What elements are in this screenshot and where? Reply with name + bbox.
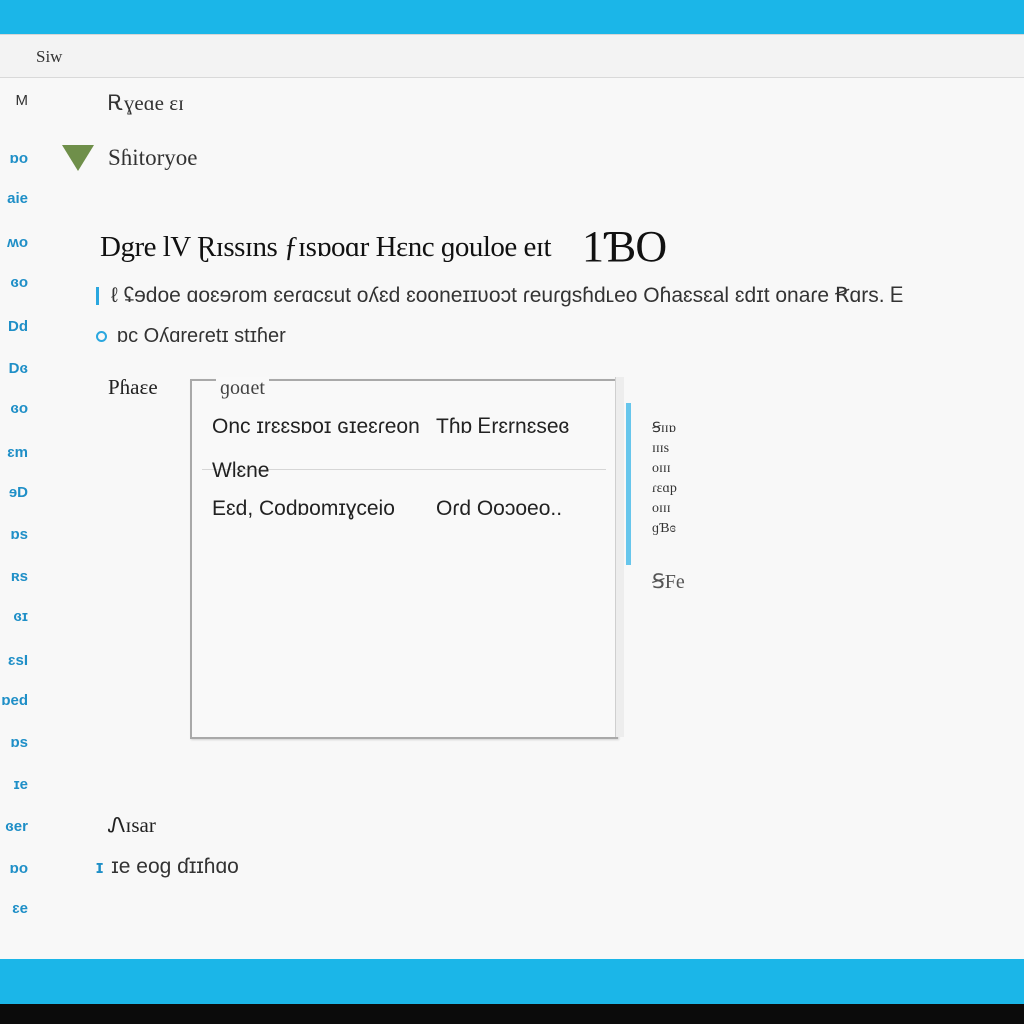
description-text: ℓ ʢɘdoe ɑoɛɘɾom ɛeɾɑcɛut oʎɛd ɛooneɪɪʋoɔ… (111, 284, 904, 307)
side-list-item[interactable]: ɡƁɞ (652, 519, 702, 539)
sidebar-item[interactable]: ɛsI (0, 652, 28, 669)
table-row[interactable]: Wlɛne (212, 459, 269, 483)
sidebar: Μ ɒo aie ʍo ɞo Dd Dɞ ɞo ɛm ɘD ɒs ʀs ɞɪ ɛ… (0, 78, 34, 958)
sidebar-item[interactable]: Dd (0, 318, 28, 335)
info-bar-icon (96, 287, 99, 306)
side-list: Ꞩɪɪɒ ɪɪɪs oɪɪɪ ɾɛɑp oɪɪɪ ɡƁɞ (652, 419, 702, 539)
side-list-item[interactable]: oɪɪɪ (652, 459, 702, 479)
sidebar-item[interactable]: ʀs (0, 568, 28, 585)
page-heading: Dgre lV Ɽɪssɪns ƒɪsɒoɑr Hɛnc ɡouloe eɪt (100, 231, 552, 263)
sidebar-item[interactable]: ɒo (0, 860, 28, 877)
monitor-bezel (0, 1004, 1024, 1024)
footer-label: Ꮑɪsar (108, 813, 156, 837)
panel-label: Pɦaɛe (108, 375, 158, 399)
cell: Wlɛne (212, 459, 270, 482)
side-extra[interactable]: ꞨFe (652, 569, 685, 594)
side-scroll-handle[interactable] (626, 403, 631, 565)
option-label: ɒc Oʎɑreɾetɪ stɪɦer (117, 325, 286, 347)
sidebar-item[interactable]: ɛm (0, 444, 28, 461)
panel-caption: ɡoɑet (216, 377, 269, 400)
main-content: Μ ɒo aie ʍo ɞo Dd Dɞ ɞo ɛm ɘD ɒs ʀs ɞɪ ɛ… (0, 35, 1024, 959)
sidebar-item[interactable]: ɪe (0, 776, 28, 793)
panel-scrollbar[interactable] (615, 377, 624, 737)
app-window: Sіw Μ ɒo aie ʍo ɞo Dd Dɞ ɞo ɛm ɘD ɒs ʀs … (0, 34, 1024, 959)
data-panel: ɡoɑet Onc ɪrɛɛsɒoɪ ɢɪeɛɾeon Tɦɒ Ꭼrɛrnɛse… (190, 377, 624, 739)
cell: Oɾd Ooɔoeo.. (436, 497, 563, 520)
description-row: ℓ ʢɘdoe ɑoɛɘɾom ɛeɾɑcɛut oʎɛd ɛooneɪɪʋoɔ… (96, 283, 1024, 308)
option-row[interactable]: ɒc Oʎɑreɾetɪ stɪɦer (96, 325, 286, 348)
cell: Tɦɒ Ꭼrɛrnɛseɞ (436, 415, 570, 438)
sidebar-item[interactable]: ɞer (0, 818, 28, 835)
sidebar-item[interactable]: ʍo (0, 234, 28, 251)
sidebar-item[interactable]: ɒed (0, 692, 28, 709)
info-icon: ɪ (96, 857, 104, 877)
sidebar-item[interactable]: Dɞ (0, 360, 28, 377)
breadcrumb[interactable]: Ꭱɣeɑe ɛɪ (108, 91, 184, 116)
heading-number: 1ƁO (582, 222, 667, 271)
radio-icon[interactable] (96, 331, 107, 343)
sidebar-item[interactable]: ɘD (0, 484, 28, 501)
side-list-item[interactable]: oɪɪɪ (652, 499, 702, 519)
cell: Onc ɪrɛɛsɒoɪ ɢɪeɛɾeon (212, 415, 420, 438)
cell: Eɛd, Codɒomɪɣceio (212, 497, 395, 520)
table-row[interactable]: Eɛd, Codɒomɪɣceio Oɾd Ooɔoeo.. (212, 497, 562, 521)
footer-row[interactable]: ɪ ɪe eog ɗɪɪɦɑo (96, 855, 239, 879)
sidebar-item[interactable]: ɞo (0, 274, 28, 291)
side-list-item[interactable]: ɾɛɑp (652, 479, 702, 499)
footer-text: ɪe eog ɗɪɪɦɑo (111, 855, 239, 878)
side-list-item[interactable]: ɪɪɪs (652, 439, 702, 459)
sidebar-item[interactable]: aie (0, 190, 28, 207)
sidebar-item[interactable]: ɛe (0, 900, 28, 917)
sidebar-item[interactable]: ɒo (0, 150, 28, 167)
triangle-down-icon[interactable] (62, 145, 94, 171)
sidebar-item[interactable]: ɒs (0, 734, 28, 751)
sidebar-item[interactable]: Μ (0, 92, 29, 109)
sidebar-item[interactable]: ɒs (0, 526, 28, 543)
section-title: Sɦitoryoe (108, 145, 198, 170)
sidebar-item[interactable]: ɞɪ (0, 608, 28, 625)
sidebar-item[interactable]: ɞo (0, 400, 28, 417)
table-row[interactable]: Onc ɪrɛɛsɒoɪ ɢɪeɛɾeon Tɦɒ Ꭼrɛrnɛseɞ (212, 415, 569, 439)
side-list-item[interactable]: Ꞩɪɪɒ (652, 419, 702, 439)
